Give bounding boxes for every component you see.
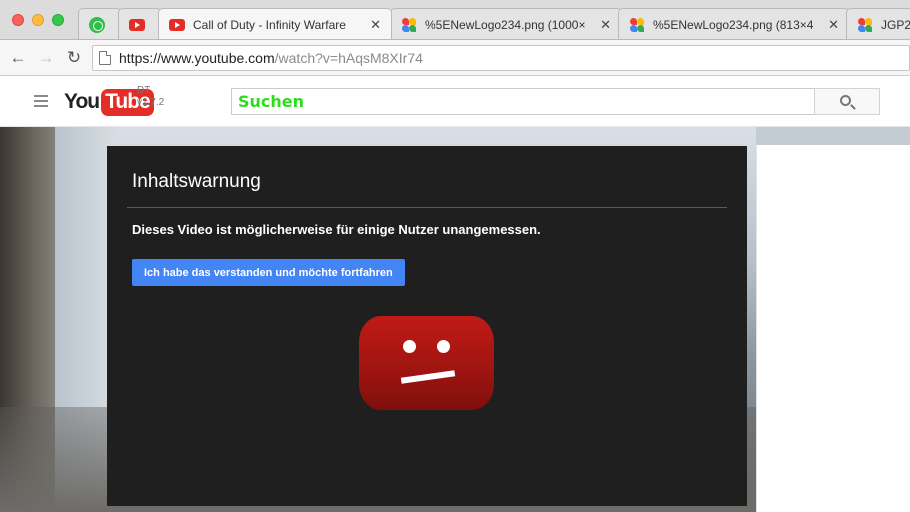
mouth — [400, 370, 456, 384]
tab-youtube[interactable] — [118, 8, 162, 39]
url-path: /watch?v=hAqsM8XIr74 — [274, 50, 423, 66]
minimize-window-button[interactable] — [32, 14, 44, 26]
eye-left — [403, 340, 416, 353]
version-label: v1.7.2 — [137, 97, 165, 108]
logo-you-text: You — [64, 90, 100, 113]
confirm-continue-button[interactable]: Ich habe das verstanden und möchte fortf… — [132, 259, 405, 286]
menu-icon[interactable] — [34, 95, 48, 107]
search-icon — [840, 94, 851, 106]
eye-right — [437, 340, 450, 353]
pinwheel-icon — [629, 17, 645, 33]
reload-button[interactable]: ↻ — [64, 48, 84, 68]
youtube-header: You Tube DT v1.7.2 Suchen — [0, 77, 910, 127]
warning-title: Inhaltswarnung — [132, 171, 261, 192]
tab-title: %5ENewLogo234.png (813×4 — [653, 17, 814, 32]
address-bar[interactable]: https://www.youtube.com /watch?v=hAqsM8X… — [92, 45, 910, 71]
region-code: DT — [137, 85, 151, 96]
close-tab-icon[interactable]: ✕ — [828, 17, 839, 33]
tab-call-of-duty[interactable]: Call of Duty - Infinity Warfare ✕ — [158, 8, 392, 39]
close-window-button[interactable] — [12, 14, 24, 26]
tab-whatsapp[interactable] — [78, 8, 122, 39]
back-button[interactable]: ← — [8, 48, 28, 68]
tab-title: JGP2J — [881, 17, 910, 32]
warning-message: Dieses Video ist möglicherweise für eini… — [132, 222, 541, 237]
browser-toolbar: ← → ↻ https://www.youtube.com /watch?v=h… — [0, 40, 910, 76]
page-content: Inhaltswarnung Dieses Video ist mögliche… — [0, 127, 910, 512]
tab-title: Call of Duty - Infinity Warfare — [193, 18, 346, 32]
pinwheel-icon — [857, 17, 873, 33]
region-label: DT v1.7.2 — [137, 85, 164, 109]
tab-jgp2j[interactable]: JGP2J — [846, 8, 910, 39]
background-strip — [756, 127, 910, 145]
fullscreen-window-button[interactable] — [52, 14, 64, 26]
forward-button[interactable]: → — [36, 48, 56, 68]
page-icon — [99, 51, 111, 65]
search-button[interactable] — [814, 88, 880, 115]
youtube-icon — [169, 17, 185, 33]
close-tab-icon[interactable]: ✕ — [370, 17, 381, 33]
content-warning-dialog: Inhaltswarnung Dieses Video ist mögliche… — [107, 146, 747, 506]
tab-logo-1000[interactable]: %5ENewLogo234.png (1000× ✕ — [390, 8, 622, 39]
tab-title: %5ENewLogo234.png (1000× — [425, 17, 586, 32]
youtube-icon — [129, 17, 145, 33]
whatsapp-icon — [89, 16, 105, 33]
divider — [127, 207, 727, 208]
pinwheel-icon — [401, 17, 417, 33]
search-input[interactable]: Suchen — [231, 88, 815, 115]
close-tab-icon[interactable]: ✕ — [600, 17, 611, 33]
tab-strip: Call of Duty - Infinity Warfare ✕ %5ENew… — [0, 0, 910, 40]
sidebar-panel — [756, 145, 910, 512]
sad-youtube-icon — [359, 316, 494, 410]
tab-logo-813[interactable]: %5ENewLogo234.png (813×4 ✕ — [618, 8, 850, 39]
url-host: https://www.youtube.com — [119, 50, 275, 66]
